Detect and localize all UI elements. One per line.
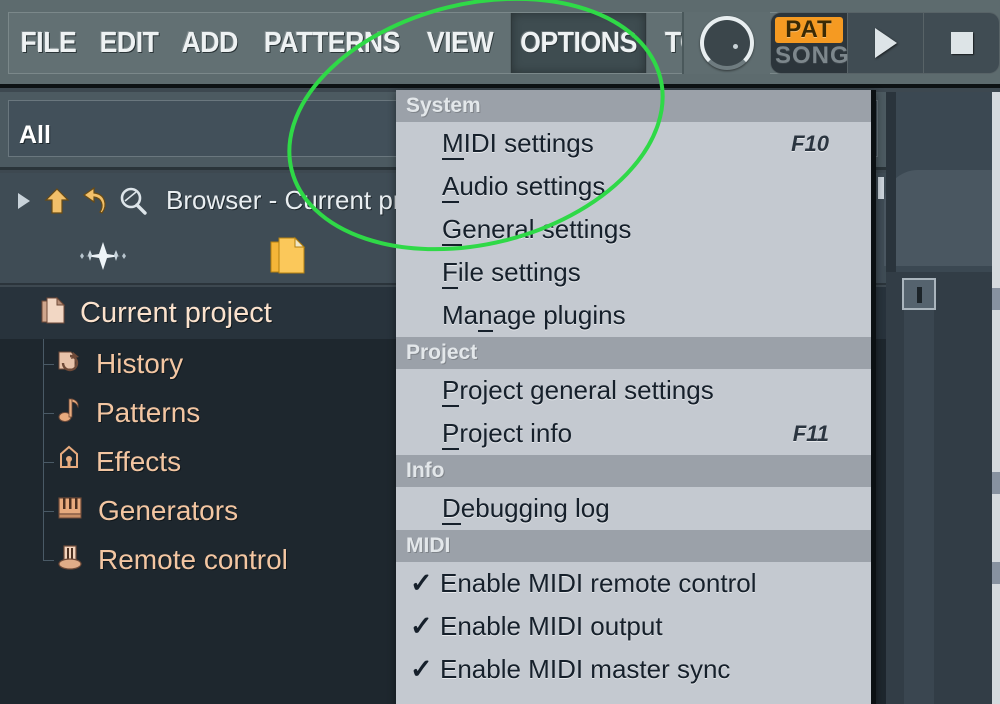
undo-arrow-icon[interactable] — [80, 186, 108, 216]
menu-item-debugging-log-label: Debugging log — [442, 493, 610, 524]
menu-item-file-settings[interactable]: File settings — [396, 251, 871, 294]
play-icon — [875, 28, 897, 58]
arrow-up-icon[interactable] — [44, 186, 70, 216]
fl-studio-window: FILE EDIT ADD PATTERNS VIEW OPTIONS TOOL… — [0, 0, 1000, 704]
song-mode-button[interactable]: SONG — [775, 43, 843, 69]
menu-item-enable-midi-master-sync-label: Enable MIDI master sync — [440, 654, 730, 685]
menu-item-general-settings[interactable]: General settings — [396, 208, 871, 251]
menu-item-project-info-shortcut: F11 — [793, 421, 829, 447]
tree-dash — [43, 560, 54, 561]
menu-item-enable-midi-output[interactable]: ✓ Enable MIDI output — [396, 605, 871, 648]
menu-item-project-info[interactable]: Project info F11 — [396, 412, 871, 455]
tree-item-current-project-label: Current project — [80, 297, 272, 330]
history-icon — [56, 348, 82, 379]
pattern-song-toggle[interactable]: PAT SONG — [770, 12, 848, 74]
menu-item-midi-settings-shortcut: F10 — [791, 131, 829, 157]
menu-section-header-info: Info — [396, 455, 871, 487]
menu-tab-add[interactable]: ADD — [173, 13, 246, 73]
menu-item-debugging-log[interactable]: Debugging log — [396, 487, 871, 530]
menu-section-header-project: Project — [396, 337, 871, 369]
tree-dash — [43, 364, 54, 365]
menu-tab-patterns[interactable]: PATTERNS — [256, 13, 409, 73]
scrollbar-notch — [992, 562, 1000, 584]
tree-item-history-label: History — [96, 348, 183, 380]
tree-line — [43, 535, 44, 560]
tree-item-patterns-label: Patterns — [96, 397, 200, 429]
master-volume-knob[interactable] — [700, 16, 754, 70]
menu-tab-file-label: FILE — [20, 27, 76, 60]
menu-item-file-settings-label: File settings — [442, 257, 581, 288]
playlist-panel: Tra Tra Tra — [886, 92, 1000, 704]
master-volume-knob-cell — [682, 12, 770, 74]
menu-item-enable-midi-remote-control[interactable]: ✓ Enable MIDI remote control — [396, 562, 871, 605]
menu-tab-edit[interactable]: EDIT — [91, 13, 166, 73]
project-file-icon — [40, 296, 66, 331]
menu-tab-options[interactable]: OPTIONS — [511, 13, 646, 73]
playlist-scroll-column[interactable] — [904, 310, 934, 704]
playlist-corner — [884, 170, 1000, 266]
stop-button[interactable] — [924, 12, 1000, 74]
menu-tab-edit-label: EDIT — [99, 27, 158, 60]
menu-item-manage-plugins-label: Manage plugins — [442, 300, 626, 331]
menu-item-project-general-settings-label: Project general settings — [442, 375, 714, 406]
effect-icon — [56, 445, 82, 478]
check-icon: ✓ — [410, 613, 440, 640]
check-icon: ✓ — [410, 656, 440, 683]
main-menubar: FILE EDIT ADD PATTERNS VIEW OPTIONS TOOL… — [0, 0, 1000, 88]
menu-tab-view[interactable]: VIEW — [419, 13, 502, 73]
menu-item-enable-midi-remote-control-label: Enable MIDI remote control — [440, 568, 756, 599]
scrollbar-notch — [992, 472, 1000, 494]
menu-item-enable-midi-master-sync[interactable]: ✓ Enable MIDI master sync — [396, 648, 871, 691]
menu-tab-options-label: OPTIONS — [520, 27, 637, 60]
transport-controls: PAT SONG — [682, 12, 1000, 74]
options-dropdown-menu: System MIDI settings F10 Audio settings … — [396, 90, 876, 704]
browser-title: Browser - Current pr — [166, 185, 402, 216]
sparkle-icon[interactable] — [78, 240, 128, 277]
tree-dash — [43, 511, 54, 512]
menu-tab-patterns-label: PATTERNS — [264, 27, 400, 60]
arrow-right-icon[interactable] — [14, 188, 34, 214]
tree-item-effects-label: Effects — [96, 446, 181, 478]
menu-item-audio-settings[interactable]: Audio settings — [396, 165, 871, 208]
scrollbar-notch — [992, 288, 1000, 310]
note-icon — [56, 396, 82, 429]
tree-item-generators-label: Generators — [98, 495, 238, 527]
browser-filter-label: All — [9, 121, 51, 156]
menu-item-enable-midi-output-label: Enable MIDI output — [440, 611, 663, 642]
menu-item-audio-settings-label: Audio settings — [442, 171, 605, 202]
menu-item-manage-plugins[interactable]: Manage plugins — [396, 294, 871, 337]
tree-dash — [43, 462, 54, 463]
menu-item-general-settings-label: General settings — [442, 214, 631, 245]
generator-icon — [56, 495, 84, 526]
new-folder-icon[interactable] — [268, 236, 308, 283]
menu-tab-add-label: ADD — [181, 27, 237, 60]
tree-dash — [43, 413, 54, 414]
check-icon: ✓ — [410, 570, 440, 597]
menu-section-header-midi: MIDI — [396, 530, 871, 562]
scroll-handle-icon[interactable] — [902, 278, 936, 310]
menu-tab-file[interactable]: FILE — [12, 13, 85, 73]
pattern-mode-button[interactable]: PAT — [775, 17, 843, 43]
tree-item-remote-control-label: Remote control — [98, 544, 288, 576]
stop-icon — [951, 32, 973, 54]
menu-item-project-general-settings[interactable]: Project general settings — [396, 369, 871, 412]
menu-item-midi-settings[interactable]: MIDI settings F10 — [396, 122, 871, 165]
menu-tab-view-label: VIEW — [427, 27, 493, 60]
play-button[interactable] — [848, 12, 924, 74]
search-icon[interactable] — [118, 186, 148, 216]
remote-control-icon — [56, 543, 84, 576]
menu-section-header-system: System — [396, 90, 871, 122]
menu-item-project-info-label: Project info — [442, 418, 572, 449]
window-edge-strip — [992, 92, 1000, 704]
menu-item-midi-settings-label: MIDI settings — [442, 128, 594, 159]
